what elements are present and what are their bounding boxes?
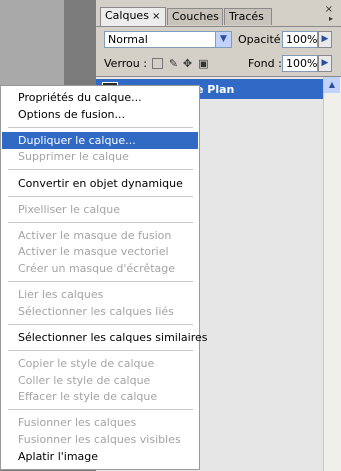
lock-transparent-icon[interactable] [152, 58, 163, 69]
tab-label: Calques [105, 9, 149, 22]
panel-tab-bar: Calques × Couches Tracés × ▸ [96, 0, 341, 27]
menu-separator [8, 127, 193, 128]
menu-item-layer-properties[interactable]: Propriétés du calque... [2, 89, 198, 106]
menu-item-delete-layer[interactable]: Supprimer le calque [2, 148, 198, 165]
lock-label: Verrou : [104, 57, 147, 70]
menu-separator [8, 169, 193, 170]
menu-separator [8, 281, 193, 282]
menu-separator [8, 409, 193, 410]
tab-label: Couches [172, 10, 219, 23]
lock-move-icon[interactable]: ✥ [182, 58, 193, 69]
menu-item-duplicate-layer[interactable]: Dupliquer le calque... [2, 132, 198, 149]
menu-item-copy-layer-style[interactable]: Copier le style de calque [2, 355, 198, 372]
menu-separator [8, 350, 193, 351]
menu-item-enable-vector-mask[interactable]: Activer le masque vectoriel [2, 243, 198, 260]
opacity-field[interactable]: 100% [282, 31, 318, 48]
tab-couches[interactable]: Couches [167, 8, 223, 25]
tab-close-icon[interactable]: × [152, 11, 160, 22]
fill-value: 100% [286, 57, 318, 70]
menu-item-select-similar-layers[interactable]: Sélectionner les calques similaires [2, 329, 208, 346]
menu-item-blending-options[interactable]: Options de fusion... [2, 106, 198, 123]
menu-item-enable-layer-mask[interactable]: Activer le masque de fusion [2, 227, 198, 244]
blend-mode-select[interactable]: Normal ▼ [104, 31, 232, 48]
menu-item-link-layers[interactable]: Lier les calques [2, 286, 198, 303]
blend-mode-value: Normal [108, 33, 148, 46]
scroll-up-icon[interactable]: ▲ [324, 77, 340, 93]
opacity-label: Opacité : [238, 33, 288, 46]
vertical-scrollbar[interactable]: ▲ [323, 77, 341, 471]
menu-separator [8, 324, 193, 325]
panel-menu-icon[interactable]: ▸ [329, 14, 333, 23]
chevron-down-icon[interactable]: ▼ [215, 32, 231, 47]
menu-separator [8, 196, 193, 197]
menu-item-rasterize-layer[interactable]: Pixelliser le calque [2, 201, 198, 218]
menu-item-paste-layer-style[interactable]: Coller le style de calque [2, 372, 198, 389]
menu-separator [8, 222, 193, 223]
menu-item-convert-smart-object[interactable]: Convertir en objet dynamique [2, 175, 198, 192]
fill-label: Fond : [248, 57, 282, 70]
lock-paint-icon[interactable]: ✎ [168, 58, 179, 69]
opacity-value: 100% [286, 33, 318, 46]
menu-item-flatten-image[interactable]: Aplatir l'image [2, 448, 198, 465]
layer-name: e Plan [196, 83, 235, 96]
tab-traces[interactable]: Tracés [224, 8, 272, 25]
context-menu: Propriétés du calque... Options de fusio… [0, 85, 208, 470]
fill-field[interactable]: 100% [282, 55, 318, 72]
tab-label: Tracés [229, 10, 264, 23]
fill-slider-button[interactable]: ▶ [318, 55, 332, 72]
menu-item-select-linked-layers[interactable]: Sélectionner les calques liés [2, 303, 198, 320]
menu-item-merge-visible[interactable]: Fusionner les calques visibles [2, 431, 198, 448]
menu-item-create-clipping-mask[interactable]: Créer un masque d'écrêtage [2, 260, 198, 277]
lock-all-icon[interactable]: ▣ [198, 58, 209, 69]
menu-item-merge-layers[interactable]: Fusionner les calques [2, 414, 198, 431]
tab-calques[interactable]: Calques × [100, 7, 166, 26]
menu-item-clear-layer-style[interactable]: Effacer le style de calque [2, 388, 198, 405]
opacity-slider-button[interactable]: ▶ [318, 31, 332, 48]
